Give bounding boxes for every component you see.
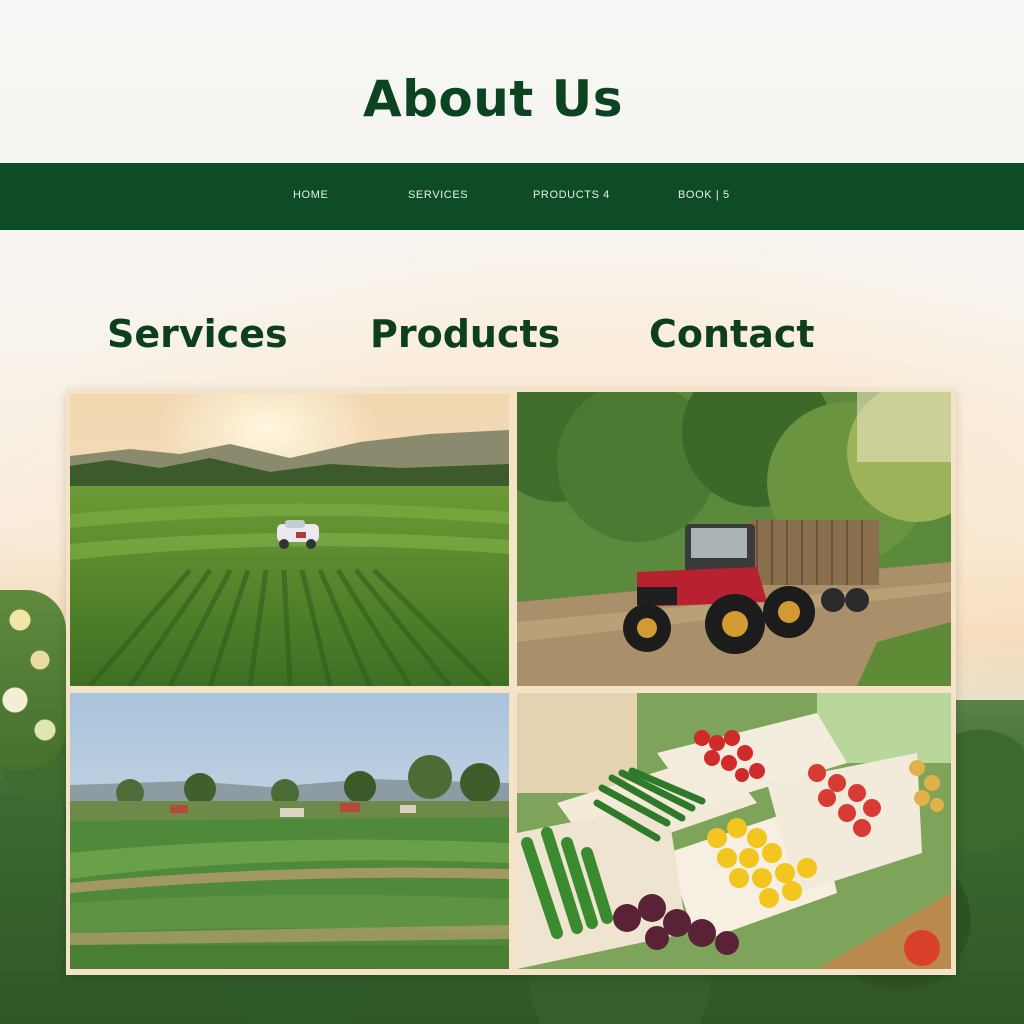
gallery-image-tractor[interactable]: [517, 392, 951, 686]
gallery-image-farm-field[interactable]: [70, 394, 509, 686]
farm-field-image: [70, 394, 509, 686]
image-gallery: [66, 390, 956, 975]
contact-link[interactable]: Contact: [649, 312, 815, 356]
products-link[interactable]: Products: [370, 312, 560, 356]
gallery-image-vegetables[interactable]: [517, 693, 951, 969]
nav-item-services[interactable]: SERVICES: [408, 189, 468, 201]
page-title: About Us: [362, 70, 624, 128]
nav-item-products[interactable]: PRODUCTS 4: [533, 189, 610, 201]
village-fields-image: [70, 693, 509, 969]
tractor-image: [517, 392, 951, 686]
gallery-image-village-fields[interactable]: [70, 693, 509, 969]
background-flowers: [0, 590, 66, 770]
nav-item-book[interactable]: BOOK | 5: [678, 189, 730, 201]
top-navbar: HOME SERVICES PRODUCTS 4 BOOK | 5: [0, 163, 1024, 230]
services-link[interactable]: Services: [107, 312, 288, 356]
nav-item-home[interactable]: HOME: [293, 189, 328, 201]
vegetables-image: [517, 693, 951, 969]
